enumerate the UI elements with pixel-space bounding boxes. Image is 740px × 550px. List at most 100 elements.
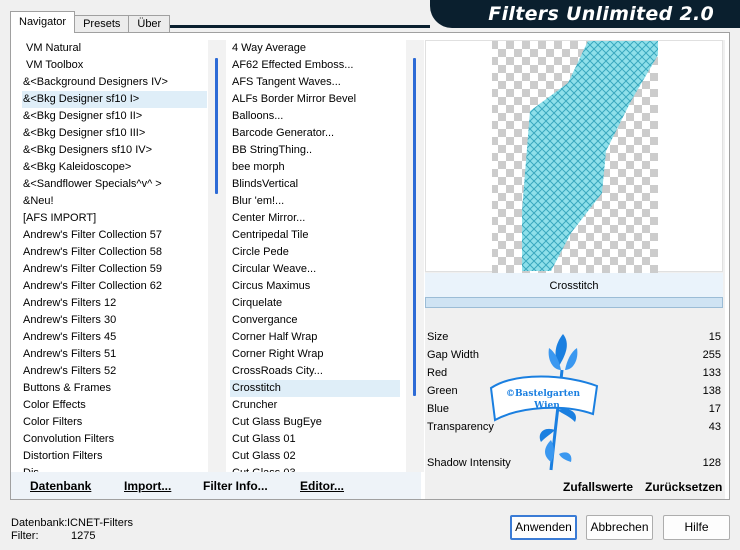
datenbank-label: Datenbank xyxy=(30,479,92,493)
filter-scroll-thumb[interactable] xyxy=(413,58,416,396)
category-scrollbar[interactable] xyxy=(208,40,226,472)
category-list-item[interactable]: Andrew's Filter Collection 57 xyxy=(22,227,207,244)
category-list-item[interactable]: Andrew's Filters 30 xyxy=(22,312,207,329)
filter-list-item[interactable]: Cruncher xyxy=(230,397,400,414)
filter-list-item[interactable]: Corner Right Wrap xyxy=(230,346,400,363)
category-list-item[interactable]: &<Bkg Designer sf10 II> xyxy=(22,108,207,125)
preview-area xyxy=(425,40,723,273)
category-list-item[interactable]: Distortion Filters xyxy=(22,448,207,465)
category-list-item[interactable]: Convolution Filters xyxy=(22,431,207,448)
category-scroll-thumb[interactable] xyxy=(215,58,218,194)
filter-list-item[interactable]: Cut Glass 01 xyxy=(230,431,400,448)
tab-navigator[interactable]: Navigator xyxy=(10,11,76,33)
filter-list-item[interactable]: Cut Glass 02 xyxy=(230,448,400,465)
import-button[interactable]: Import... xyxy=(124,479,171,493)
filter-list-item[interactable]: Circular Weave... xyxy=(230,261,400,278)
filter-list-item[interactable]: bee morph xyxy=(230,159,400,176)
datenbank-button[interactable]: Datenbank xyxy=(30,479,91,493)
tab-bar: Navigator Presets Über xyxy=(10,11,171,33)
filter-list-item[interactable]: Circle Pede xyxy=(230,244,400,261)
category-list-item[interactable]: Color Filters xyxy=(22,414,207,431)
category-list-item[interactable]: Dis xyxy=(22,465,207,472)
filter-scrollbar[interactable] xyxy=(406,40,424,472)
filter-list-item[interactable]: Cut Glass 03 xyxy=(230,465,400,472)
category-list-item[interactable]: &<Sandflower Specials^v^ > xyxy=(22,176,207,193)
filter-list-item[interactable]: AFS Tangent Waves... xyxy=(230,74,400,91)
filter-list-item[interactable]: Convergance xyxy=(230,312,400,329)
filter-detail-pane: Crosstitch Size 15 Gap Width 255 Red 133 Green… xyxy=(425,40,725,499)
tab-presets[interactable]: Presets xyxy=(74,15,130,33)
filter-list-item[interactable]: 4 Way Average xyxy=(230,40,400,57)
category-list-item[interactable]: &<Bkg Designers sf10 IV> xyxy=(22,142,207,159)
filter-list-item[interactable]: Barcode Generator... xyxy=(230,125,400,142)
editor-button[interactable]: Editor... xyxy=(300,479,344,493)
category-list-item[interactable]: Andrew's Filters 51 xyxy=(22,346,207,363)
filter-list-item[interactable]: Blur 'em!... xyxy=(230,193,400,210)
import-label: Import... xyxy=(124,479,172,493)
category-list-item[interactable]: VM Natural xyxy=(22,40,207,57)
filter-list-item[interactable]: Cirquelate xyxy=(230,295,400,312)
parameter-label: Size xyxy=(427,331,449,343)
filter-list-item[interactable]: CrossRoads City... xyxy=(230,363,400,380)
category-list[interactable]: VM Natural VM Toolbox &<Background Designe… xyxy=(22,40,207,472)
db-status-label: Datenbank: xyxy=(11,517,68,529)
editor-label: Editor... xyxy=(300,479,345,493)
category-list-item[interactable]: &<Bkg Kaleidoscope> xyxy=(22,159,207,176)
category-list-item[interactable]: Andrew's Filter Collection 59 xyxy=(22,261,207,278)
parameter-label: Green xyxy=(427,385,458,397)
category-list-item[interactable]: &<Bkg Designer sf10 I> xyxy=(22,91,207,108)
filter-count-label: Filter: xyxy=(11,530,39,542)
filter-list-item[interactable]: ALFs Border Mirror Bevel xyxy=(230,91,400,108)
category-list-item[interactable]: VM Toolbox xyxy=(22,57,207,74)
filter-list-item[interactable]: Balloons... xyxy=(230,108,400,125)
filter-list-item[interactable]: Centripedal Tile xyxy=(230,227,400,244)
filter-list[interactable]: 4 Way Average AF62 Effected Emboss... AFS … xyxy=(230,40,400,472)
filter-count-value: 1275 xyxy=(71,530,96,542)
parameter-value: 15 xyxy=(708,331,721,343)
apply-button[interactable]: Anwenden xyxy=(510,515,577,540)
category-list-item[interactable]: &<Bkg Designer sf10 III> xyxy=(22,125,207,142)
title-banner: Filters Unlimited 2.0 xyxy=(430,0,740,28)
parameter-label: Blue xyxy=(427,403,450,415)
category-list-item[interactable]: [AFS IMPORT] xyxy=(22,210,207,227)
parameter-value: 133 xyxy=(702,367,721,379)
category-list-item[interactable]: Color Effects xyxy=(22,397,207,414)
filter-info-button[interactable]: Filter Info... xyxy=(203,479,268,493)
category-list-item[interactable]: Andrew's Filter Collection 58 xyxy=(22,244,207,261)
status-info: Datenbank:ICNET-Filters Filter: 1275 xyxy=(11,517,133,543)
watermark-logo: ©Bastelgarten Wien xyxy=(489,334,599,471)
filter-progress-bar xyxy=(425,297,723,308)
cancel-button[interactable]: Abbrechen xyxy=(586,515,653,540)
category-list-item[interactable]: Andrew's Filter Collection 62 xyxy=(22,278,207,295)
parameter-label: Red xyxy=(427,367,448,379)
parameter-value: 17 xyxy=(708,403,721,415)
random-values-button[interactable]: Zufallswerte xyxy=(563,480,633,494)
app-title: Filters Unlimited 2.0 xyxy=(488,3,714,25)
filter-list-item[interactable]: Circus Maximus xyxy=(230,278,400,295)
parameter-label: Transparency xyxy=(427,421,494,433)
tab-about[interactable]: Über xyxy=(128,15,171,33)
filter-list-item[interactable]: Cut Glass BugEye xyxy=(230,414,400,431)
reset-button[interactable]: Zurücksetzen xyxy=(645,480,722,494)
svg-text:©Bastelgarten: ©Bastelgarten xyxy=(506,389,581,399)
filter-list-item[interactable]: AF62 Effected Emboss... xyxy=(230,57,400,74)
filter-info-label: Filter Info... xyxy=(203,479,268,493)
filter-list-item[interactable]: BlindsVertical xyxy=(230,176,400,193)
filter-list-item[interactable]: Corner Half Wrap xyxy=(230,329,400,346)
list-actions-bar: Datenbank Import... Filter Info... Edito… xyxy=(11,472,421,499)
filter-list-item[interactable]: Crosstitch xyxy=(230,380,400,397)
category-list-item[interactable]: Andrew's Filters 45 xyxy=(22,329,207,346)
category-list-item[interactable]: &Neu! xyxy=(22,193,207,210)
selected-filter-name: Crosstitch xyxy=(425,273,723,299)
filter-list-item[interactable]: BB StringThing.. xyxy=(230,142,400,159)
category-list-item[interactable]: Buttons & Frames xyxy=(22,380,207,397)
filter-list-item[interactable]: Center Mirror... xyxy=(230,210,400,227)
svg-text:Wien: Wien xyxy=(533,401,560,411)
category-list-item[interactable]: &<Background Designers IV> xyxy=(22,74,207,91)
category-list-item[interactable]: Andrew's Filters 12 xyxy=(22,295,207,312)
help-button[interactable]: Hilfe xyxy=(663,515,730,540)
parameter-value: 255 xyxy=(702,349,721,361)
category-list-item[interactable]: Andrew's Filters 52 xyxy=(22,363,207,380)
db-status-value: ICNET-Filters xyxy=(67,517,133,529)
banner-underline xyxy=(170,25,430,28)
